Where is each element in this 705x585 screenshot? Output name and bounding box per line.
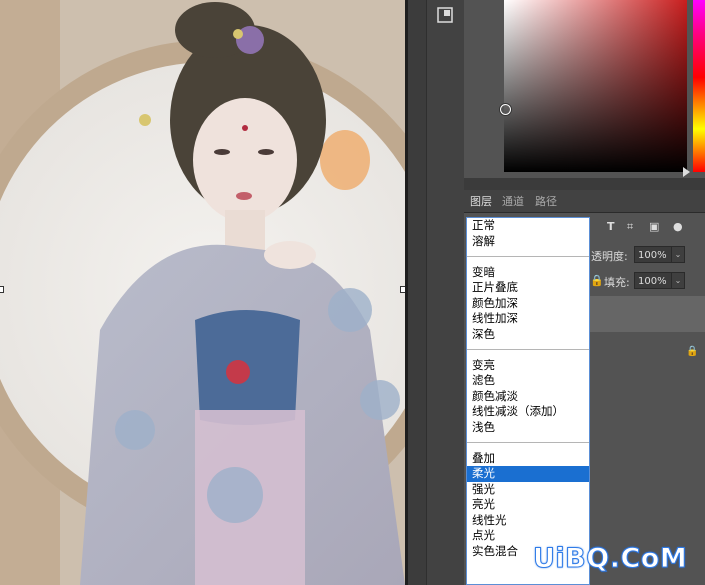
fill-dropdown-arrow[interactable]: ⌄	[671, 272, 685, 289]
blend-mode-option[interactable]: 变亮	[467, 358, 589, 374]
layer-filter-icons: T ⌗ ▣ ●	[589, 220, 699, 236]
blend-mode-option[interactable]: 颜色加深	[467, 296, 589, 312]
lock-small-icon: 🔒	[590, 274, 604, 287]
dropdown-separator	[467, 435, 589, 451]
panel-gutter	[408, 0, 426, 585]
blend-mode-option[interactable]: 柔光	[467, 466, 589, 482]
portrait-photo	[0, 0, 405, 585]
transform-icon[interactable]: ⌗	[627, 220, 633, 234]
smart-object-icon[interactable]: ▣	[649, 220, 659, 233]
blend-mode-option[interactable]: 正片叠底	[467, 280, 589, 296]
watermark-text: UiBQ.CoM	[532, 543, 688, 575]
blend-mode-option[interactable]: 线性光	[467, 513, 589, 529]
blend-mode-option[interactable]: 变暗	[467, 265, 589, 281]
panel-toggle-button[interactable]	[434, 4, 456, 26]
fill-label: 填充:	[604, 276, 630, 289]
opacity-input[interactable]: 100%	[634, 246, 674, 263]
blend-mode-option[interactable]: 线性减淡（添加）	[467, 404, 589, 420]
blend-mode-dropdown[interactable]: 正常 溶解变暗 正片叠底 颜色加深 线性加深 深色变亮 滤色 颜色减淡 线性减淡（添加） 浅色叠加…	[466, 217, 590, 585]
document-canvas[interactable]	[0, 0, 407, 585]
tab-paths[interactable]: 路径	[535, 193, 557, 209]
fill-input[interactable]: 100%	[634, 272, 674, 289]
selected-layer-row[interactable]	[589, 296, 705, 332]
panel-collapse-icon	[437, 7, 453, 23]
dropdown-separator	[467, 249, 589, 265]
blend-mode-option[interactable]: 强光	[467, 482, 589, 498]
blend-mode-option[interactable]: 滤色	[467, 373, 589, 389]
hue-slider[interactable]	[693, 0, 705, 172]
lock-icon: 🔒	[686, 346, 699, 357]
hue-slider-arrow-icon[interactable]	[683, 167, 690, 177]
transform-handle-left[interactable]	[0, 286, 4, 293]
blend-mode-option[interactable]: 正常	[467, 218, 589, 234]
blend-mode-option[interactable]: 颜色减淡	[467, 389, 589, 405]
panel-separator	[464, 178, 705, 190]
color-saturation-field[interactable]	[504, 0, 687, 172]
blend-mode-option[interactable]: 浅色	[467, 420, 589, 436]
blend-mode-option[interactable]: 亮光	[467, 497, 589, 513]
dropdown-separator	[467, 342, 589, 358]
opacity-dropdown-arrow[interactable]: ⌄	[671, 246, 685, 263]
blend-mode-option[interactable]: 叠加	[467, 451, 589, 467]
blend-mode-option[interactable]: 溶解	[467, 234, 589, 250]
circle-toggle-icon[interactable]: ●	[673, 220, 683, 233]
blend-mode-option[interactable]: 线性加深	[467, 311, 589, 327]
tab-channels[interactable]: 通道	[502, 193, 524, 209]
type-t-icon[interactable]: T	[607, 220, 615, 233]
blend-mode-option[interactable]: 深色	[467, 327, 589, 343]
blend-mode-option[interactable]: 点光	[467, 528, 589, 544]
tab-layers[interactable]: 图层	[470, 193, 492, 209]
layers-panel-tabs: 图层 通道 路径	[464, 190, 705, 213]
panel-dock-strip	[426, 0, 465, 585]
color-picker-ring[interactable]	[500, 104, 511, 115]
opacity-label: 透明度:	[591, 250, 628, 263]
